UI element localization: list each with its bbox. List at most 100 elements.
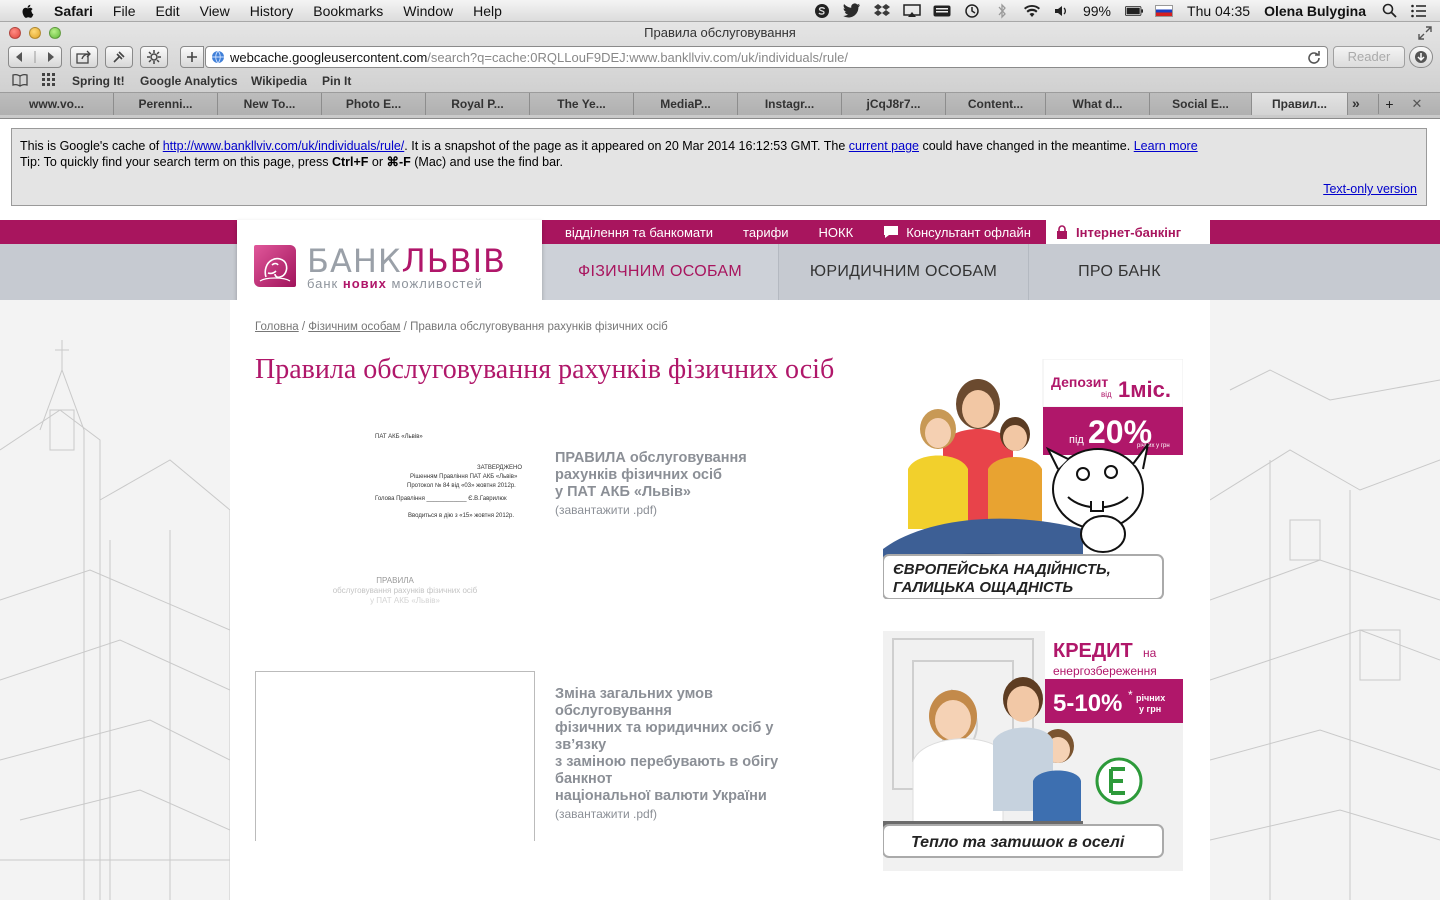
- bookmarklet-button[interactable]: [105, 46, 133, 68]
- window-title: Правила обслуговування: [644, 25, 796, 40]
- document-rules[interactable]: ПРАВИЛА обслуговування рахунків фізичних…: [555, 450, 855, 519]
- bookmark-wikipedia[interactable]: Wikipedia: [251, 74, 307, 88]
- brand-name: БАНКЛЬВІВ: [307, 242, 506, 280]
- tab-9[interactable]: jCqJ8r7...: [842, 93, 946, 115]
- current-page-link[interactable]: current page: [849, 139, 919, 153]
- branches-atms-link[interactable]: відділення та банкомати: [565, 225, 713, 240]
- apple-menu-icon[interactable]: [20, 3, 36, 19]
- wifi-icon[interactable]: [1023, 3, 1041, 19]
- cache-tip-line: Tip: To quickly find your search term on…: [20, 154, 1418, 170]
- close-window-button[interactable]: [9, 27, 21, 39]
- tab-active[interactable]: Правил...: [1252, 93, 1348, 115]
- energy-credit-ad-banner[interactable]: КРЕДИТ на енергозбереження 5-10% * річни…: [883, 631, 1183, 871]
- document-changes[interactable]: Зміна загальних умов обслуговування фізи…: [555, 686, 855, 823]
- menu-file[interactable]: File: [113, 3, 136, 19]
- twitter-icon[interactable]: [842, 3, 861, 19]
- text-only-version-link[interactable]: Text-only version: [1323, 181, 1417, 197]
- back-forward-buttons[interactable]: [8, 46, 62, 68]
- nokk-link[interactable]: НОКК: [819, 225, 854, 240]
- minimize-window-button[interactable]: [29, 27, 41, 39]
- tab-2[interactable]: Perenni...: [114, 93, 218, 115]
- tariffs-link[interactable]: тарифи: [743, 225, 789, 240]
- address-bar[interactable]: webcache.googleusercontent.com/search?q=…: [205, 46, 1328, 68]
- tab-10[interactable]: Content...: [946, 93, 1046, 115]
- bookmark-pin-it[interactable]: Pin It: [322, 74, 351, 88]
- ad1-deposit: Депозит: [1051, 374, 1108, 390]
- menu-history[interactable]: History: [250, 3, 294, 19]
- lion-logo-icon: [254, 245, 296, 287]
- top-sites-icon[interactable]: [42, 73, 56, 87]
- tab-7[interactable]: MediaP...: [634, 93, 738, 115]
- cache-text-c: could have changed in the meantime.: [918, 139, 1134, 153]
- tab-1[interactable]: www.vo...: [0, 93, 114, 115]
- doc1-download-link[interactable]: (завантажити .pdf): [555, 502, 855, 519]
- breadcrumb-home[interactable]: Головна: [255, 321, 299, 333]
- reader-button[interactable]: Reader: [1333, 46, 1405, 68]
- share-button[interactable]: [70, 46, 98, 68]
- bluetooth-icon[interactable]: [993, 2, 1011, 19]
- cache-text-b: . It is a snapshot of the page as it app…: [404, 139, 849, 153]
- tab-6[interactable]: The Ye...: [530, 93, 634, 115]
- slogan-a: банк: [307, 276, 343, 291]
- bank-logo[interactable]: БАНКЛЬВІВ банк нових можливостей: [237, 220, 542, 306]
- tab-8[interactable]: Instagr...: [738, 93, 842, 115]
- thumb-org: ПАТ АКБ «Львів»: [375, 434, 423, 440]
- deposit-ad-banner[interactable]: Депозит від 1міс. під 20% річних у грн Є…: [883, 359, 1183, 599]
- menu-edit[interactable]: Edit: [155, 3, 179, 19]
- breadcrumb-individuals[interactable]: Фізичним особам: [308, 321, 400, 333]
- tab-12[interactable]: Social E...: [1150, 93, 1252, 115]
- nav-individuals[interactable]: ФІЗИЧНИМ ОСОБАМ: [542, 244, 779, 300]
- spotlight-icon[interactable]: [1380, 3, 1398, 19]
- bookmark-google-analytics[interactable]: Google Analytics: [140, 74, 238, 88]
- battery-percent[interactable]: 99%: [1083, 3, 1111, 19]
- user-name[interactable]: Olena Bulygina: [1264, 3, 1366, 19]
- internet-banking-button[interactable]: Інтернет-банкінг: [1046, 220, 1210, 244]
- document-thumbnail-rules[interactable]: ПАТ АКБ «Львів» ЗАТВЕРДЖЕНО Рішенням Пра…: [255, 430, 535, 605]
- document-thumbnail-changes[interactable]: [255, 671, 535, 841]
- menu-help[interactable]: Help: [473, 3, 502, 19]
- menu-view[interactable]: View: [200, 3, 230, 19]
- app-menu[interactable]: Safari: [54, 3, 93, 19]
- notification-center-icon[interactable]: [1410, 3, 1428, 19]
- add-bookmark-button[interactable]: [180, 46, 204, 68]
- clock[interactable]: Thu 04:35: [1187, 3, 1250, 19]
- fullscreen-icon[interactable]: [1418, 26, 1432, 40]
- bookmark-spring-it[interactable]: Spring It!: [72, 74, 125, 88]
- zoom-window-button[interactable]: [49, 27, 61, 39]
- learn-more-link[interactable]: Learn more: [1134, 139, 1198, 153]
- breadcrumb-current: Правила обслуговування рахунків фізичних…: [410, 321, 668, 333]
- tab-3[interactable]: New To...: [218, 93, 322, 115]
- volume-icon[interactable]: [1053, 3, 1071, 19]
- doc2-download-link[interactable]: (завантажити .pdf): [555, 806, 855, 823]
- tab-11[interactable]: What d...: [1046, 93, 1150, 115]
- menu-bookmarks[interactable]: Bookmarks: [313, 3, 383, 19]
- dropbox-icon[interactable]: [873, 3, 891, 19]
- reload-icon[interactable]: [1307, 50, 1321, 64]
- skype-icon[interactable]: [813, 3, 831, 19]
- new-tab-button[interactable]: +: [1378, 94, 1400, 114]
- nav-about-bank[interactable]: ПРО БАНК: [1029, 244, 1210, 300]
- consultant-offline-link[interactable]: Консультант офлайн: [883, 225, 1031, 240]
- time-machine-icon[interactable]: [963, 3, 981, 19]
- airplay-icon[interactable]: [903, 3, 921, 19]
- nav-legal-entities[interactable]: ЮРИДИЧНИМ ОСОБАМ: [779, 244, 1029, 300]
- keyboard-icon[interactable]: [933, 3, 951, 19]
- tab-bar: www.vo... Perenni... New To... Photo E..…: [0, 92, 1440, 115]
- battery-icon[interactable]: [1125, 3, 1144, 19]
- reading-list-icon[interactable]: [12, 73, 28, 87]
- city-sketch-left: [0, 340, 230, 900]
- doc2-line1: Зміна загальних умов: [555, 686, 713, 702]
- tab-5[interactable]: Royal P...: [426, 93, 530, 115]
- downloads-button[interactable]: [1409, 46, 1433, 68]
- google-cache-banner: This is Google's cache of http://www.ban…: [11, 128, 1427, 206]
- tab-close-icon[interactable]: ✕: [1406, 94, 1428, 114]
- input-language-flag-icon[interactable]: [1155, 4, 1174, 17]
- breadcrumb: Головна / Фізичним особам / Правила обсл…: [255, 321, 668, 333]
- more-tabs-chevron-icon[interactable]: »: [1352, 95, 1360, 111]
- doc2-line6: банкнот: [555, 771, 613, 787]
- extension-button[interactable]: [140, 46, 168, 68]
- tab-4[interactable]: Photo E...: [322, 93, 426, 115]
- menu-window[interactable]: Window: [403, 3, 453, 19]
- title-bar: Правила обслуговування: [0, 22, 1440, 44]
- cached-url-link[interactable]: http://www.bankllviv.com/uk/individuals/…: [163, 139, 405, 153]
